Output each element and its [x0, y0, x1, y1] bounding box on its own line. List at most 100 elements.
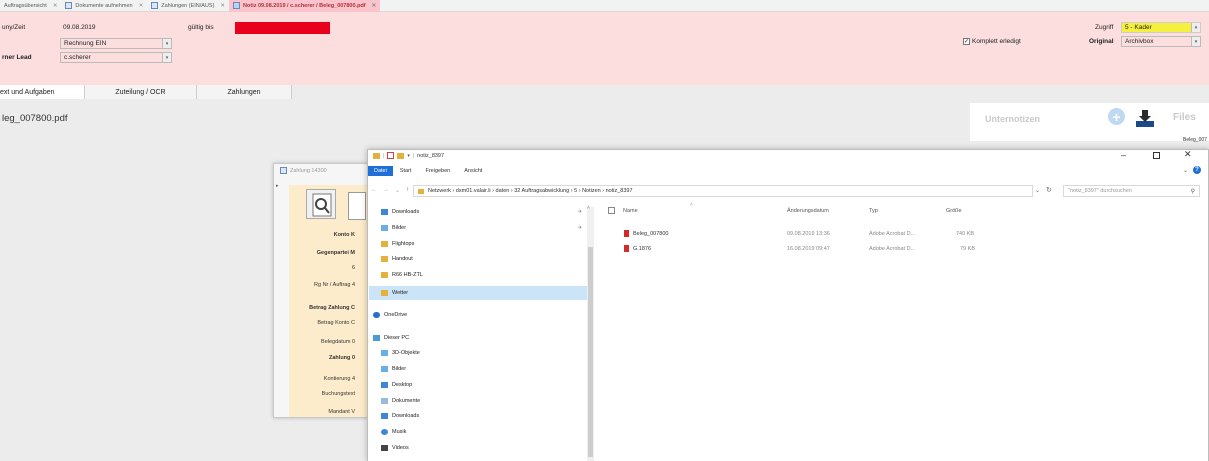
nav-item-downloads-pc[interactable]: Downloads	[381, 413, 419, 419]
column-header-date[interactable]: Änderungsdatum	[787, 208, 829, 214]
select-all-checkbox[interactable]	[608, 207, 615, 214]
search-icon	[312, 193, 332, 217]
tab-label: Dokumente aufnehmen	[75, 2, 133, 9]
ribbon-tab-ansicht[interactable]: Ansicht	[457, 166, 489, 176]
tab-notiz[interactable]: Notiz 09.08.2019 / c.scherer / Beleg_007…	[229, 0, 381, 12]
chevron-down-icon[interactable]: ▾	[1191, 23, 1200, 32]
close-icon[interactable]: ✕	[1184, 149, 1192, 160]
tab-label: Auftragsübersicht	[4, 2, 47, 9]
ribbon-tab-freigeben[interactable]: Freigeben	[418, 166, 457, 176]
scrollbar-thumb[interactable]	[588, 247, 593, 457]
history-dropdown-icon[interactable]: ⌄	[1035, 187, 1040, 194]
nav-buttons: ← → ⌄ ↑	[371, 187, 409, 194]
column-header-size[interactable]: Größe	[946, 208, 962, 214]
folder-icon	[381, 272, 388, 278]
minimize-icon[interactable]: –	[1121, 150, 1126, 160]
nav-item-dieser-pc[interactable]: Dieser PC	[373, 335, 409, 341]
magnifier-button[interactable]	[306, 189, 336, 219]
add-note-icon[interactable]: +	[1108, 108, 1125, 125]
original-select[interactable]: Archivbox ▾	[1121, 36, 1201, 47]
tab-zuteilung-ocr[interactable]: Zuteilung / OCR	[85, 85, 197, 99]
tab-label: Zuteilung / OCR	[115, 88, 166, 96]
column-header-type[interactable]: Typ	[869, 208, 878, 214]
type-value: Rechnung EIN	[64, 40, 107, 47]
file-date: 16.08.2019 09:47	[787, 246, 830, 252]
nav-item-musik[interactable]: Musik	[381, 429, 406, 435]
file-date: 09.08.2019 13:36	[787, 231, 830, 237]
close-icon[interactable]: ✕	[220, 3, 225, 9]
nav-item-dokumente[interactable]: Dokumente	[381, 398, 420, 404]
close-icon[interactable]: ✕	[372, 3, 377, 9]
tab-label: Zahlungen	[227, 88, 261, 96]
ribbon-tab-datei[interactable]: Datei	[368, 166, 393, 176]
komplett-checkbox[interactable]: ✓ Komplett erledigt	[963, 38, 1021, 45]
search-icon[interactable]: ⚲	[1191, 188, 1195, 195]
pc-icon	[373, 335, 380, 341]
nav-item-bilder-pc[interactable]: Bilder	[381, 366, 406, 372]
close-icon[interactable]: ✕	[139, 3, 144, 9]
betrag-konto-label: Betrag Konto C	[317, 320, 355, 326]
file-row[interactable]: G.1876	[624, 245, 651, 252]
gueltig-bis-field[interactable]	[235, 22, 330, 34]
nav-item-flightops[interactable]: Flightops	[381, 241, 414, 247]
tab-text-aufgaben[interactable]: ext und Aufgaben	[0, 85, 85, 99]
properties-icon[interactable]	[387, 152, 395, 159]
expand-ribbon-icon[interactable]: ⌄	[1183, 167, 1188, 174]
chevron-down-icon[interactable]: ▾	[162, 53, 171, 62]
chevron-down-icon[interactable]: ▾	[162, 39, 171, 48]
nav-item-onedrive[interactable]: OneDrive	[373, 312, 407, 318]
nav-item-desktop[interactable]: Desktop	[381, 382, 412, 388]
nav-item-3d-objekte[interactable]: 3D-Objekte	[381, 350, 420, 356]
date-label: uny/Zeit	[2, 24, 26, 31]
nav-item-videos[interactable]: Videos	[381, 445, 409, 451]
forward-icon[interactable]: →	[383, 187, 389, 194]
tab-zahlungen[interactable]: Zahlungen (EIN/AUS) ✕	[147, 0, 229, 12]
nav-scrollbar[interactable]: ˄	[587, 205, 594, 461]
download-icon[interactable]	[1135, 108, 1155, 128]
zugriff-select[interactable]: 5 - Kader ▾	[1121, 22, 1201, 33]
file-row[interactable]: Beleg_007800	[624, 230, 668, 237]
chevron-down-icon[interactable]: ▾	[1191, 37, 1200, 46]
zugriff-label: Zugriff	[1095, 24, 1114, 31]
ribbon-tab-start[interactable]: Start	[393, 166, 419, 176]
maximize-icon[interactable]	[1153, 152, 1160, 159]
refresh-icon[interactable]: ↻	[1046, 186, 1052, 194]
konto-label: Konto K	[333, 232, 355, 238]
help-icon[interactable]: ?	[1193, 166, 1201, 174]
back-icon[interactable]: ←	[371, 187, 377, 194]
nav-item-handout[interactable]: Handout	[381, 256, 413, 262]
nav-item-downloads[interactable]: Downloads	[381, 209, 419, 215]
nav-item-bilder[interactable]: Bilder	[381, 225, 406, 231]
breadcrumb[interactable]: Netzwerk › dsm01.valair.li › daten › 32 …	[428, 188, 633, 194]
tab-auftragsuebersicht[interactable]: Auftragsübersicht ✕	[0, 0, 61, 12]
scroll-up-icon[interactable]: ˄	[587, 205, 590, 211]
tab-zahlungen-sub[interactable]: Zahlungen	[197, 85, 292, 99]
tab-dokumente-aufnehmen[interactable]: Dokumente aufnehmen ✕	[61, 0, 147, 12]
original-value: Archivbox	[1125, 38, 1154, 45]
unternotizen-label: Unternotizen	[985, 114, 1040, 124]
lead-select[interactable]: c.scherer ▾	[60, 52, 172, 63]
up-icon[interactable]: ↑	[406, 187, 409, 194]
file-list-pane	[596, 199, 1208, 461]
address-bar[interactable]: Netzwerk › dsm01.valair.li › daten › 32 …	[413, 185, 1033, 197]
recent-icon[interactable]: ⌄	[395, 187, 400, 194]
pin-icon[interactable]: ✈	[578, 225, 582, 231]
tab-label: Zahlungen (EIN/AUS)	[161, 2, 215, 9]
pin-icon[interactable]: ✈	[578, 209, 582, 215]
search-input[interactable]: "notiz_8397" durchsuchen ⚲	[1063, 185, 1200, 197]
column-header-name[interactable]: Name	[623, 208, 638, 214]
new-folder-icon[interactable]	[397, 152, 405, 159]
chevron-down-icon[interactable]: ▾	[407, 153, 410, 159]
close-icon[interactable]: ✕	[53, 3, 58, 9]
pdf-title: leg_007800.pdf	[2, 113, 68, 124]
checkbox-icon[interactable]: ✓	[963, 38, 970, 45]
expand-arrow-icon[interactable]: ▸	[276, 183, 279, 189]
navigation-pane	[368, 199, 597, 461]
note-header	[0, 12, 1209, 85]
gueltig-label: gültig bis	[188, 24, 214, 31]
type-select[interactable]: Rechnung EIN ▾	[60, 38, 172, 49]
date-value[interactable]: 09.08.2019	[63, 24, 96, 31]
nav-item-r66[interactable]: R66 HB-ZTL	[381, 272, 423, 278]
files-item[interactable]: Beleg_007	[1183, 137, 1207, 143]
nav-item-wetter[interactable]: Wetter	[381, 290, 408, 296]
